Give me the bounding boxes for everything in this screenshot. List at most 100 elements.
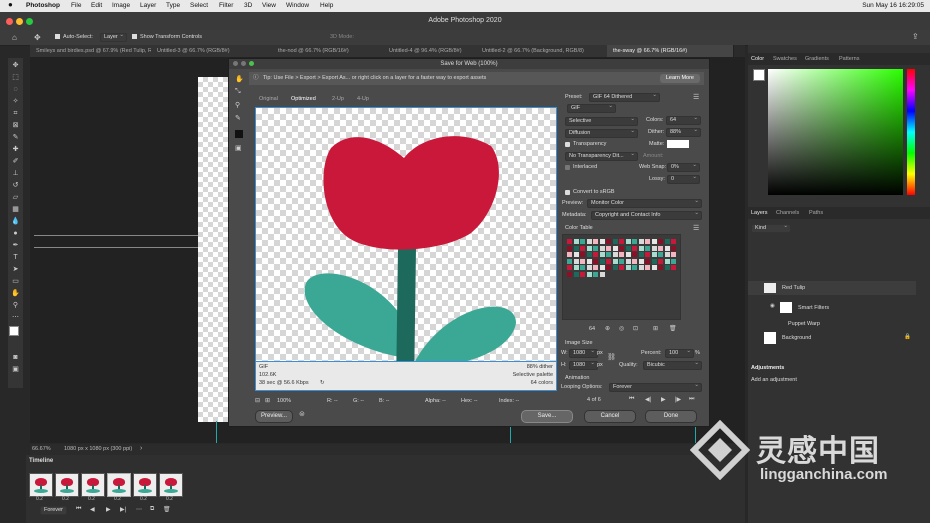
frame-tool-icon[interactable]: ⊠ [11,122,20,130]
menu-3d[interactable]: 3D [244,2,252,9]
shape-tool-icon[interactable]: ▭ [11,278,20,286]
color-table-swatch[interactable] [599,271,605,277]
more-tools-icon[interactable]: ⋯ [11,314,20,322]
layer-row-red-tulip[interactable]: Red Tulip [748,281,916,295]
color-table-swatch[interactable] [612,258,618,264]
color-table-swatch[interactable] [645,258,650,264]
color-table-swatch[interactable] [664,258,670,264]
color-table-swatch[interactable] [606,239,611,244]
convert-srgb-checkbox[interactable] [565,190,570,195]
frame-delay[interactable]: 0.2 [140,496,147,502]
color-table-swatch[interactable] [593,271,598,277]
color-table-swatch[interactable] [645,239,650,244]
color-table-swatch[interactable] [567,239,572,244]
dialog-close-icon[interactable] [233,61,238,66]
color-table-swatch[interactable] [651,265,657,270]
gradient-tool-icon[interactable]: ▦ [11,206,20,214]
color-table-swatch[interactable] [651,258,657,264]
color-table-swatch[interactable] [593,245,598,251]
color-table-swatch[interactable] [664,239,670,244]
color-table-swatch[interactable] [645,245,650,251]
color-table-swatch[interactable] [599,239,605,244]
color-table-swatch[interactable] [645,252,650,257]
color-table-swatch[interactable] [658,245,663,251]
color-table-swatch[interactable] [606,258,611,264]
color-table-swatch[interactable] [599,265,605,270]
tab-the-sway[interactable]: the-sway @ 66.7% (RGB/16#) [607,45,734,57]
color-table-swatch[interactable] [580,258,585,264]
color-table-swatch[interactable] [580,252,585,257]
frame-delay[interactable]: 0.2 [36,496,43,502]
layer-name[interactable]: Background [782,335,811,341]
timeline-frame[interactable] [29,473,53,497]
color-table-swatch[interactable] [664,252,670,257]
color-table-swatch[interactable] [671,245,676,251]
colors-input[interactable]: 64 [666,116,701,125]
new-color-icon[interactable]: ⊞ [653,325,658,332]
optimize-menu-icon[interactable]: ☰ [693,93,699,101]
tab-the-nod[interactable]: the-nod @ 66.7% (RGB/16#) [272,45,389,57]
color-table-swatch[interactable] [625,258,631,264]
color-table-swatch[interactable] [580,265,585,270]
dither-algorithm-dropdown[interactable]: Diffusion [565,129,638,138]
timeline-frame[interactable] [133,473,157,497]
menu-type[interactable]: Type [166,2,180,9]
tween-icon[interactable]: ⋯ [136,506,142,513]
color-table-swatch[interactable] [619,245,624,251]
tab-channels[interactable]: Channels [776,210,799,216]
optimized-preview[interactable] [255,107,557,391]
color-table-swatch[interactable] [573,245,579,251]
auto-select-checkbox[interactable] [55,34,60,39]
color-table-swatch[interactable] [658,252,663,257]
first-frame-icon[interactable]: ⏮ [629,396,634,403]
color-table-swatch[interactable] [586,245,592,251]
lock-color-icon[interactable]: ◎ [619,325,624,332]
color-table-swatch[interactable] [625,239,631,244]
lossy-input[interactable]: 0 [667,175,700,184]
timeline-frame-selected[interactable] [107,473,131,497]
path-select-icon[interactable]: ➤ [11,266,20,274]
color-table-swatch[interactable] [573,258,579,264]
clone-stamp-icon[interactable]: ⊥ [11,170,20,178]
color-table-swatch[interactable] [567,245,572,251]
tab-smileys[interactable]: Smileys and birdies.psd @ 67.9% (Red Tul… [30,45,157,57]
color-table-swatch[interactable] [586,239,592,244]
color-table-swatch[interactable] [593,265,598,270]
preview-button[interactable]: Preview... [255,410,293,423]
dodge-tool-icon[interactable]: ● [11,230,20,238]
tab-paths[interactable]: Paths [809,210,823,216]
color-table-swatch[interactable] [625,252,631,257]
zoom-out-icon[interactable]: ⊟ [255,397,260,404]
color-table-swatch[interactable] [606,252,611,257]
tab-untitled-4[interactable]: Untitled-4 @ 96.4% (RGB/8#) [383,45,482,57]
crop-tool-icon[interactable]: ⌗ [11,110,20,118]
color-table-swatch[interactable] [671,265,676,270]
color-table-swatch[interactable] [619,239,624,244]
color-table-swatch[interactable] [645,265,650,270]
color-table-swatch[interactable] [651,239,657,244]
color-table-swatch[interactable] [658,239,663,244]
color-table-swatch[interactable] [638,258,644,264]
status-menu-chevron-icon[interactable]: › [140,445,142,452]
dialog-minimize-icon[interactable] [241,61,246,66]
color-table-swatch[interactable] [625,265,631,270]
color-table-swatch[interactable] [619,252,624,257]
lock-icon[interactable]: 🔒 [904,334,911,340]
menu-file[interactable]: File [71,2,81,9]
color-table-swatch[interactable] [599,252,605,257]
color-table-swatch[interactable] [593,239,598,244]
timeline-loop-dropdown[interactable]: Forever [40,506,67,515]
color-table-swatch[interactable] [651,245,657,251]
color-picker-field[interactable] [768,69,903,195]
color-table-swatch[interactable] [573,252,579,257]
tab-color[interactable]: Color [751,56,764,62]
tab-gradients[interactable]: Gradients [805,56,829,62]
save-button[interactable]: Save... [521,410,573,423]
color-table-swatch[interactable] [638,239,644,244]
layer-row-puppet-warp[interactable]: Puppet Warp [748,317,916,331]
color-table-swatch[interactable] [573,265,579,270]
tab-untitled-3[interactable]: Untitled-3 @ 66.7% (RGB/8#) [151,45,278,57]
height-input[interactable]: 1080 [569,361,598,370]
width-input[interactable]: 1080 [569,349,598,358]
color-table-swatch[interactable] [580,245,585,251]
